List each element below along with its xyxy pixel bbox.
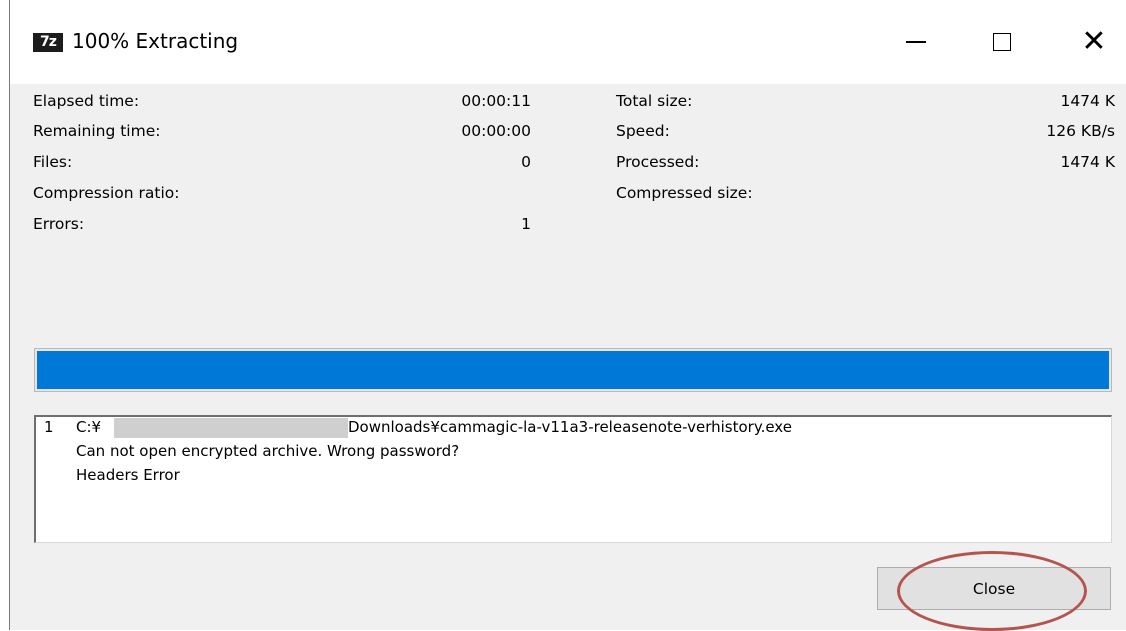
remaining-time-value: 00:00:00 <box>461 122 531 140</box>
close-window-button[interactable]: ✕ <box>1064 16 1124 68</box>
elapsed-time-label: Elapsed time: <box>33 92 140 110</box>
maximize-icon <box>993 33 1011 51</box>
minimize-button[interactable] <box>886 16 946 68</box>
total-size-label: Total size: <box>616 92 693 110</box>
redacted-path-segment <box>114 418 348 438</box>
processed-label: Processed: <box>616 153 700 171</box>
speed-value: 126 KB/s <box>1046 122 1115 140</box>
7zip-app-icon: 7z <box>33 33 63 52</box>
maximize-button[interactable] <box>972 16 1032 68</box>
log-message: Headers Error <box>76 466 180 484</box>
remaining-time-label: Remaining time: <box>33 122 161 140</box>
log-path-suffix: Downloads¥cammagic-la-v11a3-releasenote-… <box>348 418 792 436</box>
close-button[interactable]: Close <box>877 567 1111 610</box>
files-value: 0 <box>521 153 531 171</box>
total-size-value: 1474 K <box>1060 92 1115 110</box>
log-item-index: 1 <box>44 418 54 436</box>
errors-label: Errors: <box>33 215 85 233</box>
speed-label: Speed: <box>616 122 670 140</box>
files-label: Files: <box>33 153 73 171</box>
log-path-prefix: C:¥ <box>76 418 102 436</box>
progress-fill <box>37 351 1109 389</box>
title-bar[interactable]: 7z 100% Extracting ✕ <box>10 0 1126 84</box>
extract-dialog: 7z 100% Extracting ✕ Elapsed time: 00:00… <box>9 0 1126 631</box>
elapsed-time-value: 00:00:11 <box>461 92 531 110</box>
progress-bar <box>34 348 1112 392</box>
log-message: Can not open encrypted archive. Wrong pa… <box>76 442 460 460</box>
compression-ratio-label: Compression ratio: <box>33 184 180 202</box>
minimize-icon <box>906 41 926 43</box>
close-icon: ✕ <box>1081 24 1107 59</box>
processed-value: 1474 K <box>1060 153 1115 171</box>
compressed-size-label: Compressed size: <box>616 184 753 202</box>
window-title: 100% Extracting <box>72 29 239 53</box>
errors-value: 1 <box>521 215 531 233</box>
